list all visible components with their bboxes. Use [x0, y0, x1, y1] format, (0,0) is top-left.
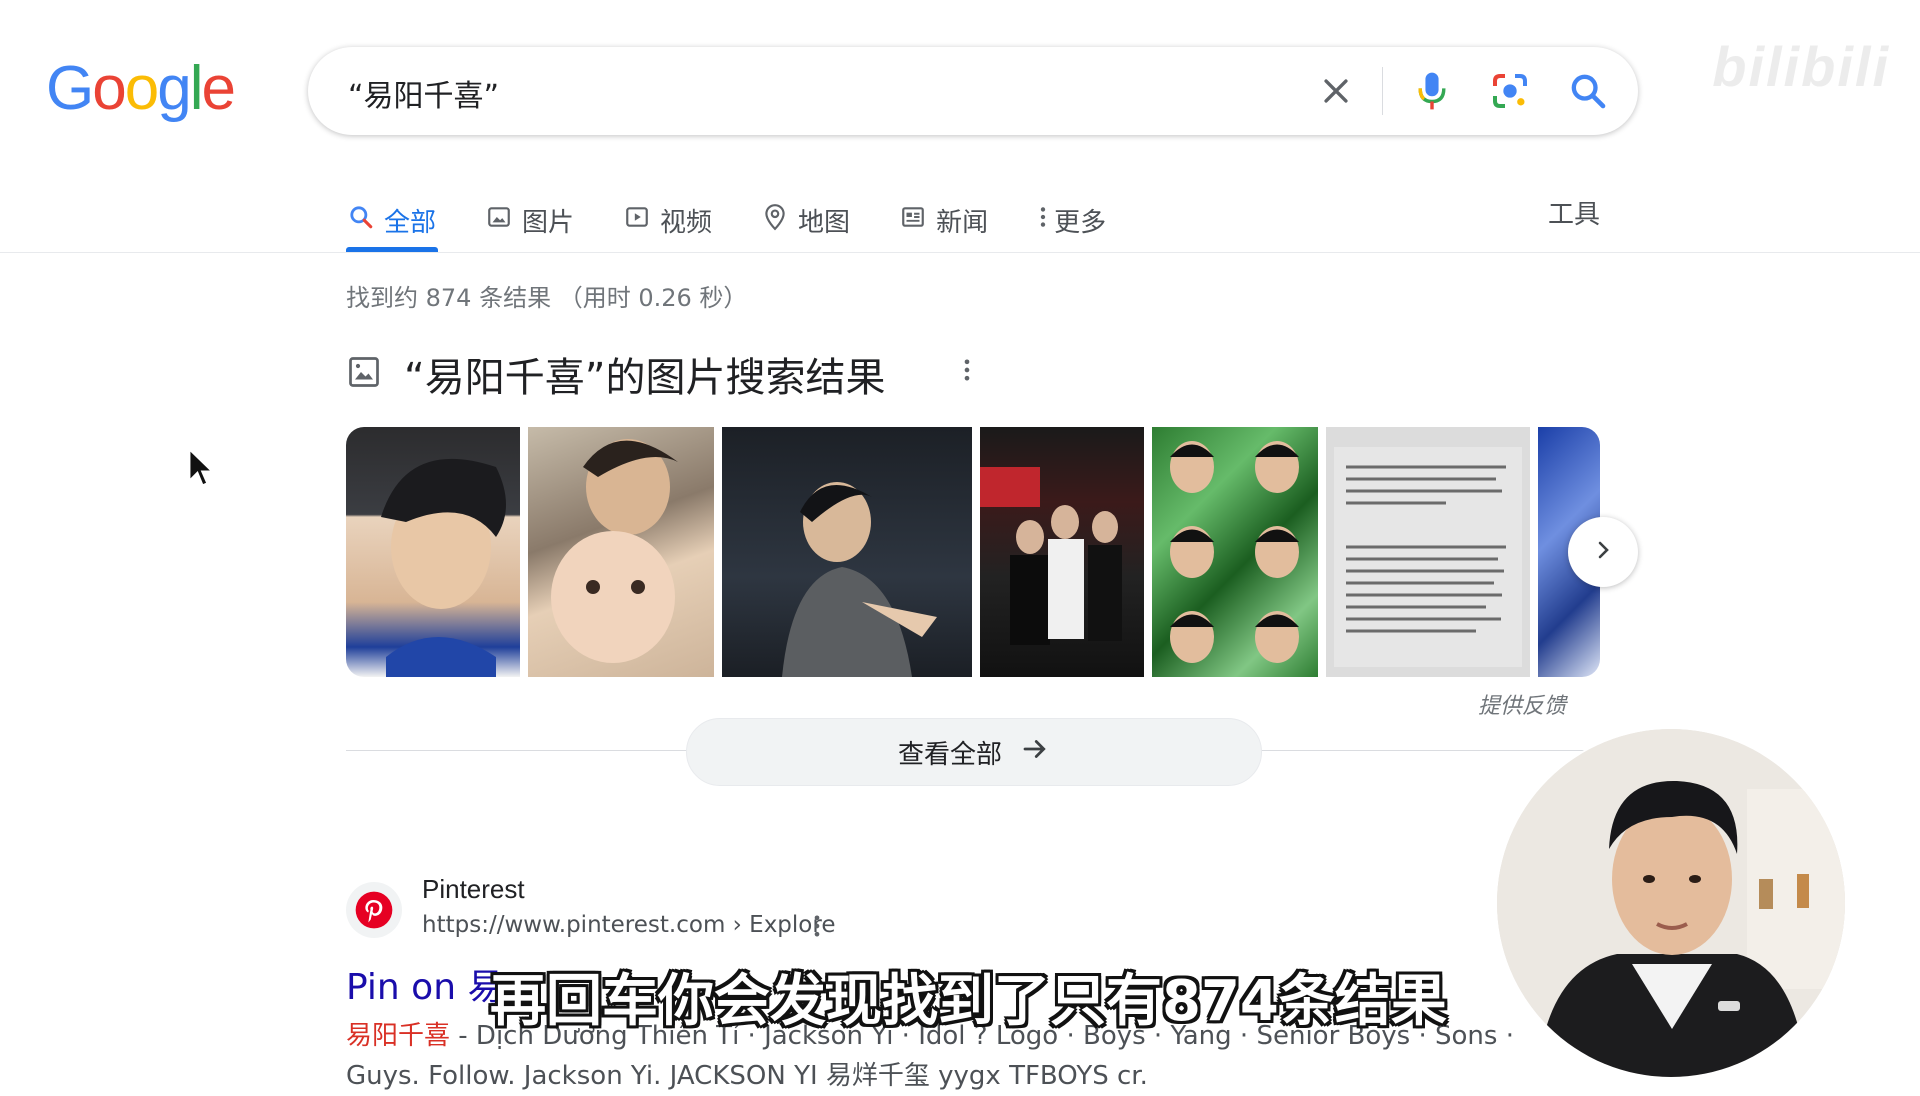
google-logo[interactable]: Google	[46, 58, 236, 120]
video-icon	[624, 204, 650, 237]
search-box[interactable]: “易阳千喜”	[308, 47, 1638, 135]
logo-letter: l	[189, 54, 204, 123]
arrow-right-icon	[1020, 734, 1050, 771]
image-thumbnail[interactable]	[346, 427, 520, 677]
tab-news[interactable]: 新闻	[898, 192, 990, 248]
tab-label: 图片	[522, 207, 575, 238]
pinterest-icon	[346, 882, 402, 938]
tab-more[interactable]: 更多	[1036, 192, 1108, 248]
tab-label: 新闻	[936, 207, 989, 238]
tab-images[interactable]: 图片	[484, 192, 576, 248]
image-carousel	[346, 427, 1600, 677]
search-icon[interactable]	[1564, 67, 1612, 115]
tab-label: 更多	[1054, 207, 1107, 238]
tab-videos[interactable]: 视频	[622, 192, 714, 248]
logo-letter: g	[157, 54, 192, 123]
tabs-divider	[0, 252, 1920, 253]
tab-maps[interactable]: 地图	[760, 192, 852, 248]
image-thumbnail[interactable]	[528, 427, 714, 677]
microphone-icon[interactable]	[1408, 67, 1456, 115]
image-thumbnail[interactable]	[722, 427, 972, 677]
logo-letter: o	[92, 54, 127, 123]
image-thumbnail[interactable]	[980, 427, 1144, 677]
video-subtitle: 再回车你会发现找到了只有874条结果	[490, 969, 1447, 1034]
bilibili-watermark: bilibili	[1712, 35, 1890, 98]
map-pin-icon	[762, 203, 788, 238]
carousel-next-button[interactable]	[1568, 517, 1638, 587]
tab-label: 视频	[660, 207, 713, 238]
image-icon	[346, 354, 382, 395]
image-results-header: “易阳千喜”的图片搜索结果	[346, 345, 885, 403]
tab-label: 地图	[798, 207, 851, 238]
tools-button[interactable]: 工具	[1548, 194, 1600, 231]
more-options-icon[interactable]	[962, 356, 972, 389]
image-thumbnail[interactable]	[1152, 427, 1318, 677]
search-tabs: 全部 图片 视频 地图 新闻 更多	[346, 192, 1154, 252]
mouse-cursor-icon	[186, 446, 216, 495]
logo-letter: o	[124, 54, 160, 123]
feedback-link[interactable]: 提供反馈	[1478, 688, 1566, 720]
search-icon	[348, 204, 374, 237]
lens-camera-icon[interactable]	[1486, 67, 1534, 115]
image-results-title: “易阳千喜”的图片搜索结果	[404, 355, 886, 401]
result-title-link[interactable]: Pin on 易	[346, 958, 503, 1010]
more-options-icon[interactable]	[812, 912, 822, 945]
result-stats: 找到约 874 条结果 （用时 0.26 秒）	[346, 284, 748, 312]
tab-label: 全部	[384, 207, 437, 238]
image-icon	[486, 204, 512, 237]
image-thumbnail[interactable]	[1326, 427, 1530, 677]
view-all-button[interactable]: 查看全部	[686, 718, 1262, 786]
more-vertical-icon	[1038, 204, 1048, 237]
site-url: https://www.pinterest.com › Explore	[422, 912, 836, 938]
logo-letter: G	[46, 54, 94, 123]
logo-letter: e	[201, 54, 236, 123]
snippet-highlight: 易阳千喜	[346, 1021, 451, 1051]
news-icon	[900, 204, 926, 237]
search-input[interactable]: “易阳千喜”	[348, 71, 499, 115]
snippet-line: Guys. Follow. Jackson Yi. JACKSON YI 易烊千…	[346, 1061, 1148, 1091]
clear-icon[interactable]	[1312, 67, 1360, 115]
site-name: Pinterest	[422, 874, 525, 904]
chevron-right-icon	[1591, 538, 1615, 567]
search-divider	[1382, 67, 1383, 115]
tab-all[interactable]: 全部	[346, 192, 439, 252]
presenter-webcam	[1497, 729, 1845, 1077]
view-all-label: 查看全部	[897, 739, 1002, 770]
